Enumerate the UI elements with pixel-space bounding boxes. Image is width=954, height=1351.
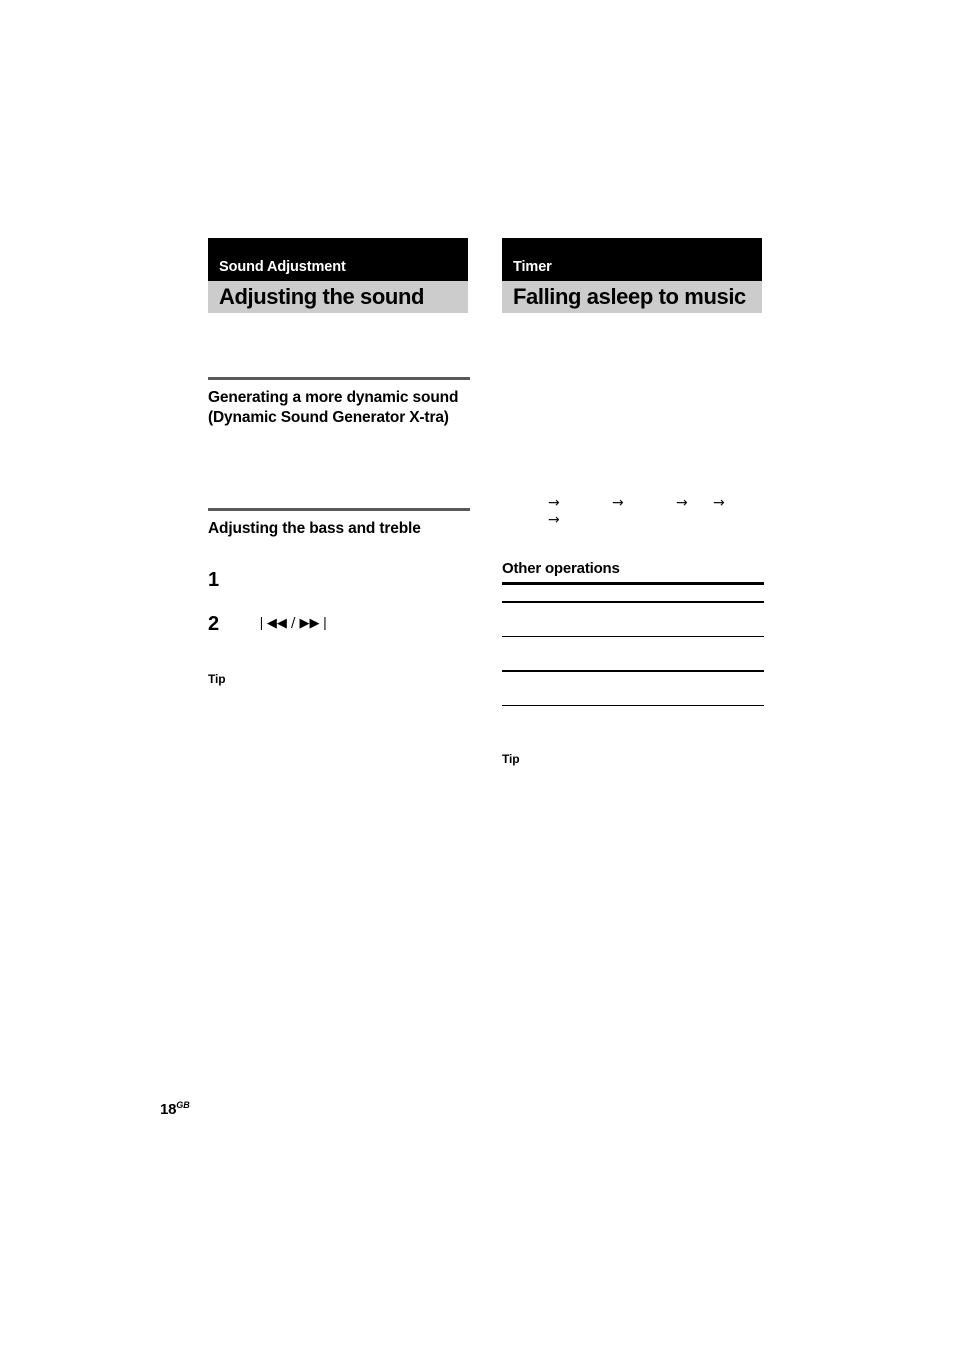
step-2-body: ❘◀◀ / ▶▶❘ (256, 614, 468, 633)
right-section-title: Falling asleep to music (513, 284, 746, 309)
table-row (502, 637, 764, 670)
other-operations-heading: Other operations (502, 560, 620, 577)
left-subsection-1-heading: Generating a more dynamic sound (Dynamic… (208, 389, 459, 426)
arrow-icon: → (676, 495, 688, 511)
left-tip-label: Tip (208, 671, 226, 686)
other-operations-table (502, 582, 764, 706)
step-1-number: 1 (208, 568, 220, 591)
right-section-title-band: Falling asleep to music (502, 281, 762, 313)
manual-page: Sound Adjustment Adjusting the sound Gen… (0, 0, 954, 1351)
arrow-icon: → (713, 495, 725, 511)
step-1-text (256, 570, 468, 588)
skip-back-forward-icon: ❘◀◀ / ▶▶❘ (256, 615, 331, 631)
left-subsection-2-heading: Adjusting the bass and treble (208, 520, 421, 537)
page-number-value: 18 (160, 1101, 177, 1118)
step-2-number: 2 (208, 612, 220, 635)
left-section-category-band: Sound Adjustment (208, 238, 468, 281)
right-section-category-band: Timer (502, 238, 762, 281)
right-tip-label: Tip (502, 752, 520, 766)
table-row (502, 585, 764, 601)
right-section-category-label: Timer (513, 259, 552, 275)
procedure-line-2: → (502, 512, 762, 529)
table-row (502, 672, 764, 705)
procedure-line-1: → → → → (502, 495, 762, 512)
step-2: 2 ❘◀◀ / ▶▶❘ (208, 614, 468, 638)
left-section-title: Adjusting the sound (219, 284, 425, 309)
left-column: Sound Adjustment Adjusting the sound Gen… (208, 238, 470, 686)
step-1: 1 (208, 570, 468, 594)
page-number-region: GB (176, 1100, 190, 1110)
left-section-title-band: Adjusting the sound (208, 281, 468, 313)
page-number: 18GB (160, 1100, 190, 1118)
table-row (502, 603, 764, 636)
arrow-icon: → (548, 512, 560, 528)
arrow-icon: → (548, 495, 560, 511)
spacer-after-left-header (208, 313, 468, 377)
right-column: Timer Falling asleep to music → → → → → … (502, 238, 764, 766)
left-section-category-label: Sound Adjustment (219, 259, 346, 275)
arrow-icon: → (612, 495, 624, 511)
